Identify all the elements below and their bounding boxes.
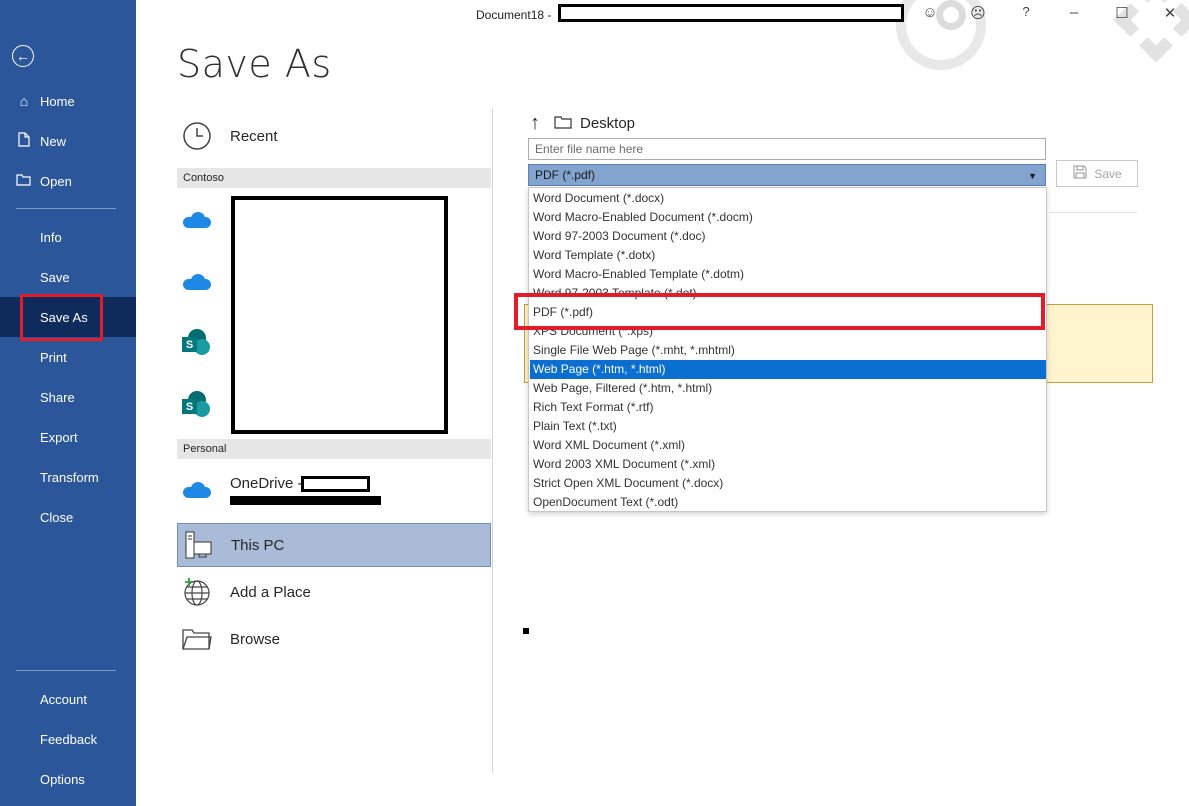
location-add-place-label: Add a Place [230,583,311,601]
nav-share-label: Share [40,389,75,405]
nav-info-label: Info [40,229,62,245]
nav-options[interactable]: Options [0,759,136,799]
nav-print-label: Print [40,349,67,365]
nav-share[interactable]: Share [0,377,136,417]
nav-transform[interactable]: Transform [0,457,136,497]
save-icon [1072,164,1088,183]
nav-feedback-label: Feedback [40,731,98,747]
folder-icon [177,626,217,652]
file-type-option-highlighted[interactable]: Web Page (*.htm, *.html) [530,360,1046,379]
onedrive-cloud-icon [183,482,211,498]
new-document-icon [16,132,32,150]
redacted-title-block [558,4,904,22]
file-type-select[interactable]: PDF (*.pdf) ▼ [528,164,1046,186]
globe-add-icon [177,576,217,608]
folder-open-icon [16,173,32,189]
frown-icon[interactable]: ☹ [967,4,989,22]
nav-divider [16,208,116,209]
location-recent-label: Recent [230,127,278,145]
clock-icon [177,121,217,151]
file-type-option[interactable]: OpenDocument Text (*.odt) [530,493,1046,512]
nav-info[interactable]: Info [0,217,136,257]
location-add-place[interactable]: Add a Place [177,572,491,612]
up-arrow-icon[interactable]: ↑ [530,112,540,135]
document-title: Document18 - [476,8,552,22]
file-type-option[interactable]: Strict Open XML Document (*.docx) [530,474,1046,493]
home-icon: ⌂ [19,93,29,109]
onedrive-cloud-icon [183,274,211,290]
stray-dot [523,628,529,634]
section-personal-header: Personal [177,439,491,459]
nav-divider [16,670,116,671]
location-browse[interactable]: Browse [177,619,491,659]
chevron-down-icon: ▼ [1028,171,1037,181]
redacted-account-name [301,476,370,492]
back-arrow-icon[interactable]: ← [12,45,34,67]
column-divider [492,108,493,773]
location-browse-label: Browse [230,630,281,648]
nav-export-label: Export [40,429,78,445]
redacted-locations-block [231,196,448,434]
nav-new-label: New [40,133,67,149]
nav-save[interactable]: Save [0,257,136,297]
nav-open[interactable]: Open [0,161,136,201]
file-type-option[interactable]: Web Page, Filtered (*.htm, *.html) [530,379,1046,398]
location-recent[interactable]: Recent [177,116,491,156]
file-type-option[interactable]: Word Macro-Enabled Template (*.dotm) [530,265,1046,284]
nav-save-label: Save [40,269,70,285]
maximize-icon[interactable]: ☐ [1111,4,1133,22]
nav-feedback[interactable]: Feedback [0,719,136,759]
save-button-label: Save [1094,166,1122,181]
onedrive-cloud-icon [183,212,211,228]
nav-account-label: Account [40,691,87,707]
file-type-option[interactable]: Rich Text Format (*.rtf) [530,398,1046,417]
location-this-pc-label: This PC [231,536,285,554]
file-type-option[interactable]: Word 2003 XML Document (*.xml) [530,455,1046,474]
file-type-selected-label: PDF (*.pdf) [535,168,596,182]
nav-close[interactable]: Close [0,497,136,537]
nav-new[interactable]: New [0,121,136,161]
save-button[interactable]: Save [1056,160,1138,187]
nav-print[interactable]: Print [0,337,136,377]
nav-options-label: Options [40,771,85,787]
computer-icon [178,529,218,561]
sharepoint-icon: S [182,391,212,421]
sharepoint-icon: S [182,329,212,359]
file-type-option[interactable]: Single File Web Page (*.mht, *.mhtml) [530,341,1046,360]
nav-open-label: Open [40,173,72,189]
current-folder-label[interactable]: Desktop [580,115,635,132]
backstage-nav: ← ⌂ Home New Open Info Save Save As Prin… [0,0,136,806]
section-contoso-header: Contoso [177,168,491,188]
nav-export[interactable]: Export [0,417,136,457]
file-type-option[interactable]: Word 97-2003 Document (*.doc) [530,227,1046,246]
nav-account[interactable]: Account [0,679,136,719]
nav-transform-label: Transform [40,469,99,485]
help-icon[interactable]: ? [1015,4,1037,19]
file-type-option[interactable]: Word Template (*.dotx) [530,246,1046,265]
location-onedrive-label: OneDrive - [230,474,303,492]
file-type-option[interactable]: Word Document (*.docx) [530,189,1046,208]
file-name-input[interactable] [528,138,1046,160]
minimize-icon[interactable]: – [1063,4,1085,21]
file-type-option[interactable]: Word XML Document (*.xml) [530,436,1046,455]
divider [1050,212,1138,213]
folder-icon [554,115,572,133]
pdf-annotation-box [514,293,1045,330]
save-as-annotation-box [20,294,103,341]
path-breadcrumb: ↑ Desktop [530,112,635,135]
page-title: Save As [177,42,332,86]
location-this-pc[interactable]: This PC [177,523,491,567]
smile-icon[interactable]: ☺ [919,4,941,21]
close-window-icon[interactable]: ✕ [1159,4,1181,22]
nav-home-label: Home [40,93,75,109]
nav-close-label: Close [40,509,74,525]
file-type-option[interactable]: Plain Text (*.txt) [530,417,1046,436]
file-type-option[interactable]: Word Macro-Enabled Document (*.docm) [530,208,1046,227]
redacted-email [230,496,381,505]
file-type-dropdown-list: Word Document (*.docx) Word Macro-Enable… [528,187,1047,512]
nav-home[interactable]: ⌂ Home [0,81,136,121]
